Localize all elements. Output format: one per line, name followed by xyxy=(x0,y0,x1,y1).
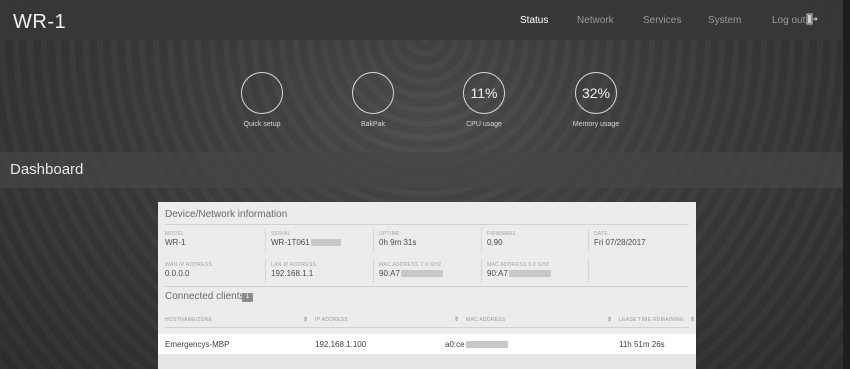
divider xyxy=(165,286,689,287)
nav-network[interactable]: Network xyxy=(577,15,614,26)
mac-24-value: 90:A7 xyxy=(379,269,400,278)
firmware-field: FIRMWARE 0.90 xyxy=(487,231,516,247)
table-footer xyxy=(158,354,696,369)
cpu-usage-label: CPU usage xyxy=(466,121,502,128)
quick-setup-label: Quick setup xyxy=(243,121,281,128)
column-header-mac[interactable]: MAC ADDRESS xyxy=(466,317,506,323)
divider xyxy=(265,228,266,252)
client-hostname: Emergencys-MBP xyxy=(165,340,230,349)
column-header-ip[interactable]: IP ADDRESS xyxy=(315,317,348,323)
bakpak-label: BakPak xyxy=(360,121,386,128)
sort-icon[interactable]: ⇕ xyxy=(303,316,308,323)
uptime-label: UPTIME xyxy=(379,231,400,237)
nav-system[interactable]: System xyxy=(708,15,741,26)
wan-ip-label: WAN IP ADDRESS xyxy=(165,262,212,268)
lan-ip-value: 192.168.1.1 xyxy=(271,269,314,278)
brand-title: WR-1 xyxy=(13,11,67,33)
mac-24-field: MAC ADDRESS 2.4 GHZ 90:A7 xyxy=(379,262,443,278)
uptime-field: UPTIME 0h 9m 31s xyxy=(379,231,416,247)
nav-services[interactable]: Services xyxy=(643,15,681,26)
cpu-usage-gauge[interactable]: 11% xyxy=(463,72,505,114)
divider xyxy=(481,259,482,283)
bakpak-widget: BakPak xyxy=(313,72,433,128)
date-field: DATE Fri 07/28/2017 xyxy=(594,231,646,247)
client-mac: a0:ce xyxy=(445,340,465,349)
divider xyxy=(588,259,589,283)
model-label: MODEL xyxy=(165,231,185,237)
serial-label: SERIAL xyxy=(271,231,291,237)
column-header-lease[interactable]: LEASE TIME REMAINING xyxy=(619,317,684,323)
firmware-value: 0.90 xyxy=(487,238,503,247)
client-count-badge: 1 xyxy=(242,293,253,302)
top-navigation-bar: WR-1 Status Network Services System Log … xyxy=(0,0,850,40)
divider xyxy=(373,228,374,252)
model-field: MODEL WR-1 xyxy=(165,231,185,247)
sort-icon[interactable]: ⇕ xyxy=(607,316,612,323)
divider xyxy=(265,259,266,283)
wan-ip-value: 0.0.0.0 xyxy=(165,269,190,278)
serial-value-wrap: WR-1T061 xyxy=(271,238,341,247)
wan-ip-field: WAN IP ADDRESS 0.0.0.0 xyxy=(165,262,212,278)
logout-icon[interactable] xyxy=(806,13,818,25)
lan-ip-label: LAN IP ADDRESS xyxy=(271,262,317,268)
redaction-bar xyxy=(465,341,508,349)
redaction-bar xyxy=(310,239,341,247)
connected-clients-title: Connected clients xyxy=(165,291,245,302)
dashboard-card: Device/Network information MODEL WR-1 SE… xyxy=(158,202,696,369)
memory-usage-gauge[interactable]: 32% xyxy=(575,72,617,114)
cpu-usage-widget: 11% CPU usage xyxy=(424,72,544,128)
nav-logout[interactable]: Log out xyxy=(772,15,805,26)
sort-icon[interactable]: ⇕ xyxy=(454,316,459,323)
bakpak-button[interactable] xyxy=(352,72,394,114)
firmware-label: FIRMWARE xyxy=(487,231,517,237)
mac-24-label: MAC ADDRESS 2.4 GHZ xyxy=(379,262,442,268)
model-value: WR-1 xyxy=(165,238,186,247)
client-mac-wrap: a0:ce xyxy=(445,340,508,349)
device-info-title: Device/Network information xyxy=(165,209,288,220)
mac-50-value-wrap: 90:A7 xyxy=(487,269,551,278)
mac-50-label: MAC ADDRESS 5.0 GHZ xyxy=(487,262,550,268)
serial-field: SERIAL WR-1T061 xyxy=(271,231,341,247)
mac-50-field: MAC ADDRESS 5.0 GHZ 90:A7 xyxy=(487,262,551,278)
redaction-bar xyxy=(508,270,551,278)
divider xyxy=(165,224,689,225)
page-title: Dashboard xyxy=(10,161,84,178)
app-root: WR-1 Status Network Services System Log … xyxy=(0,0,850,369)
date-label: DATE xyxy=(594,231,609,237)
window-edge xyxy=(843,0,850,369)
sort-icon[interactable]: ⇕ xyxy=(690,316,695,323)
mac-50-value: 90:A7 xyxy=(487,269,508,278)
client-lease: 11h 51m 26s xyxy=(619,340,665,349)
divider xyxy=(588,228,589,252)
lan-ip-field: LAN IP ADDRESS 192.168.1.1 xyxy=(271,262,316,278)
date-value: Fri 07/28/2017 xyxy=(594,238,646,247)
table-row[interactable]: Emergencys-MBP 192.168.1.100 a0:ce 11h 5… xyxy=(158,334,696,354)
client-ip: 192.168.1.100 xyxy=(315,340,367,349)
serial-value: WR-1T061 xyxy=(271,238,310,247)
column-header-hostname[interactable]: HOSTNAME/ZONE xyxy=(165,317,213,323)
redaction-bar xyxy=(400,270,443,278)
mac-24-value-wrap: 90:A7 xyxy=(379,269,443,278)
quick-setup-button[interactable] xyxy=(241,72,283,114)
nav-status[interactable]: Status xyxy=(520,15,548,26)
divider xyxy=(373,259,374,283)
quick-setup-widget: Quick setup xyxy=(202,72,322,128)
memory-usage-label: Memory usage xyxy=(572,121,620,128)
uptime-value: 0h 9m 31s xyxy=(379,238,417,247)
dashboard-band xyxy=(0,152,850,188)
memory-usage-widget: 32% Memory usage xyxy=(536,72,656,128)
divider xyxy=(481,228,482,252)
divider xyxy=(165,327,689,328)
